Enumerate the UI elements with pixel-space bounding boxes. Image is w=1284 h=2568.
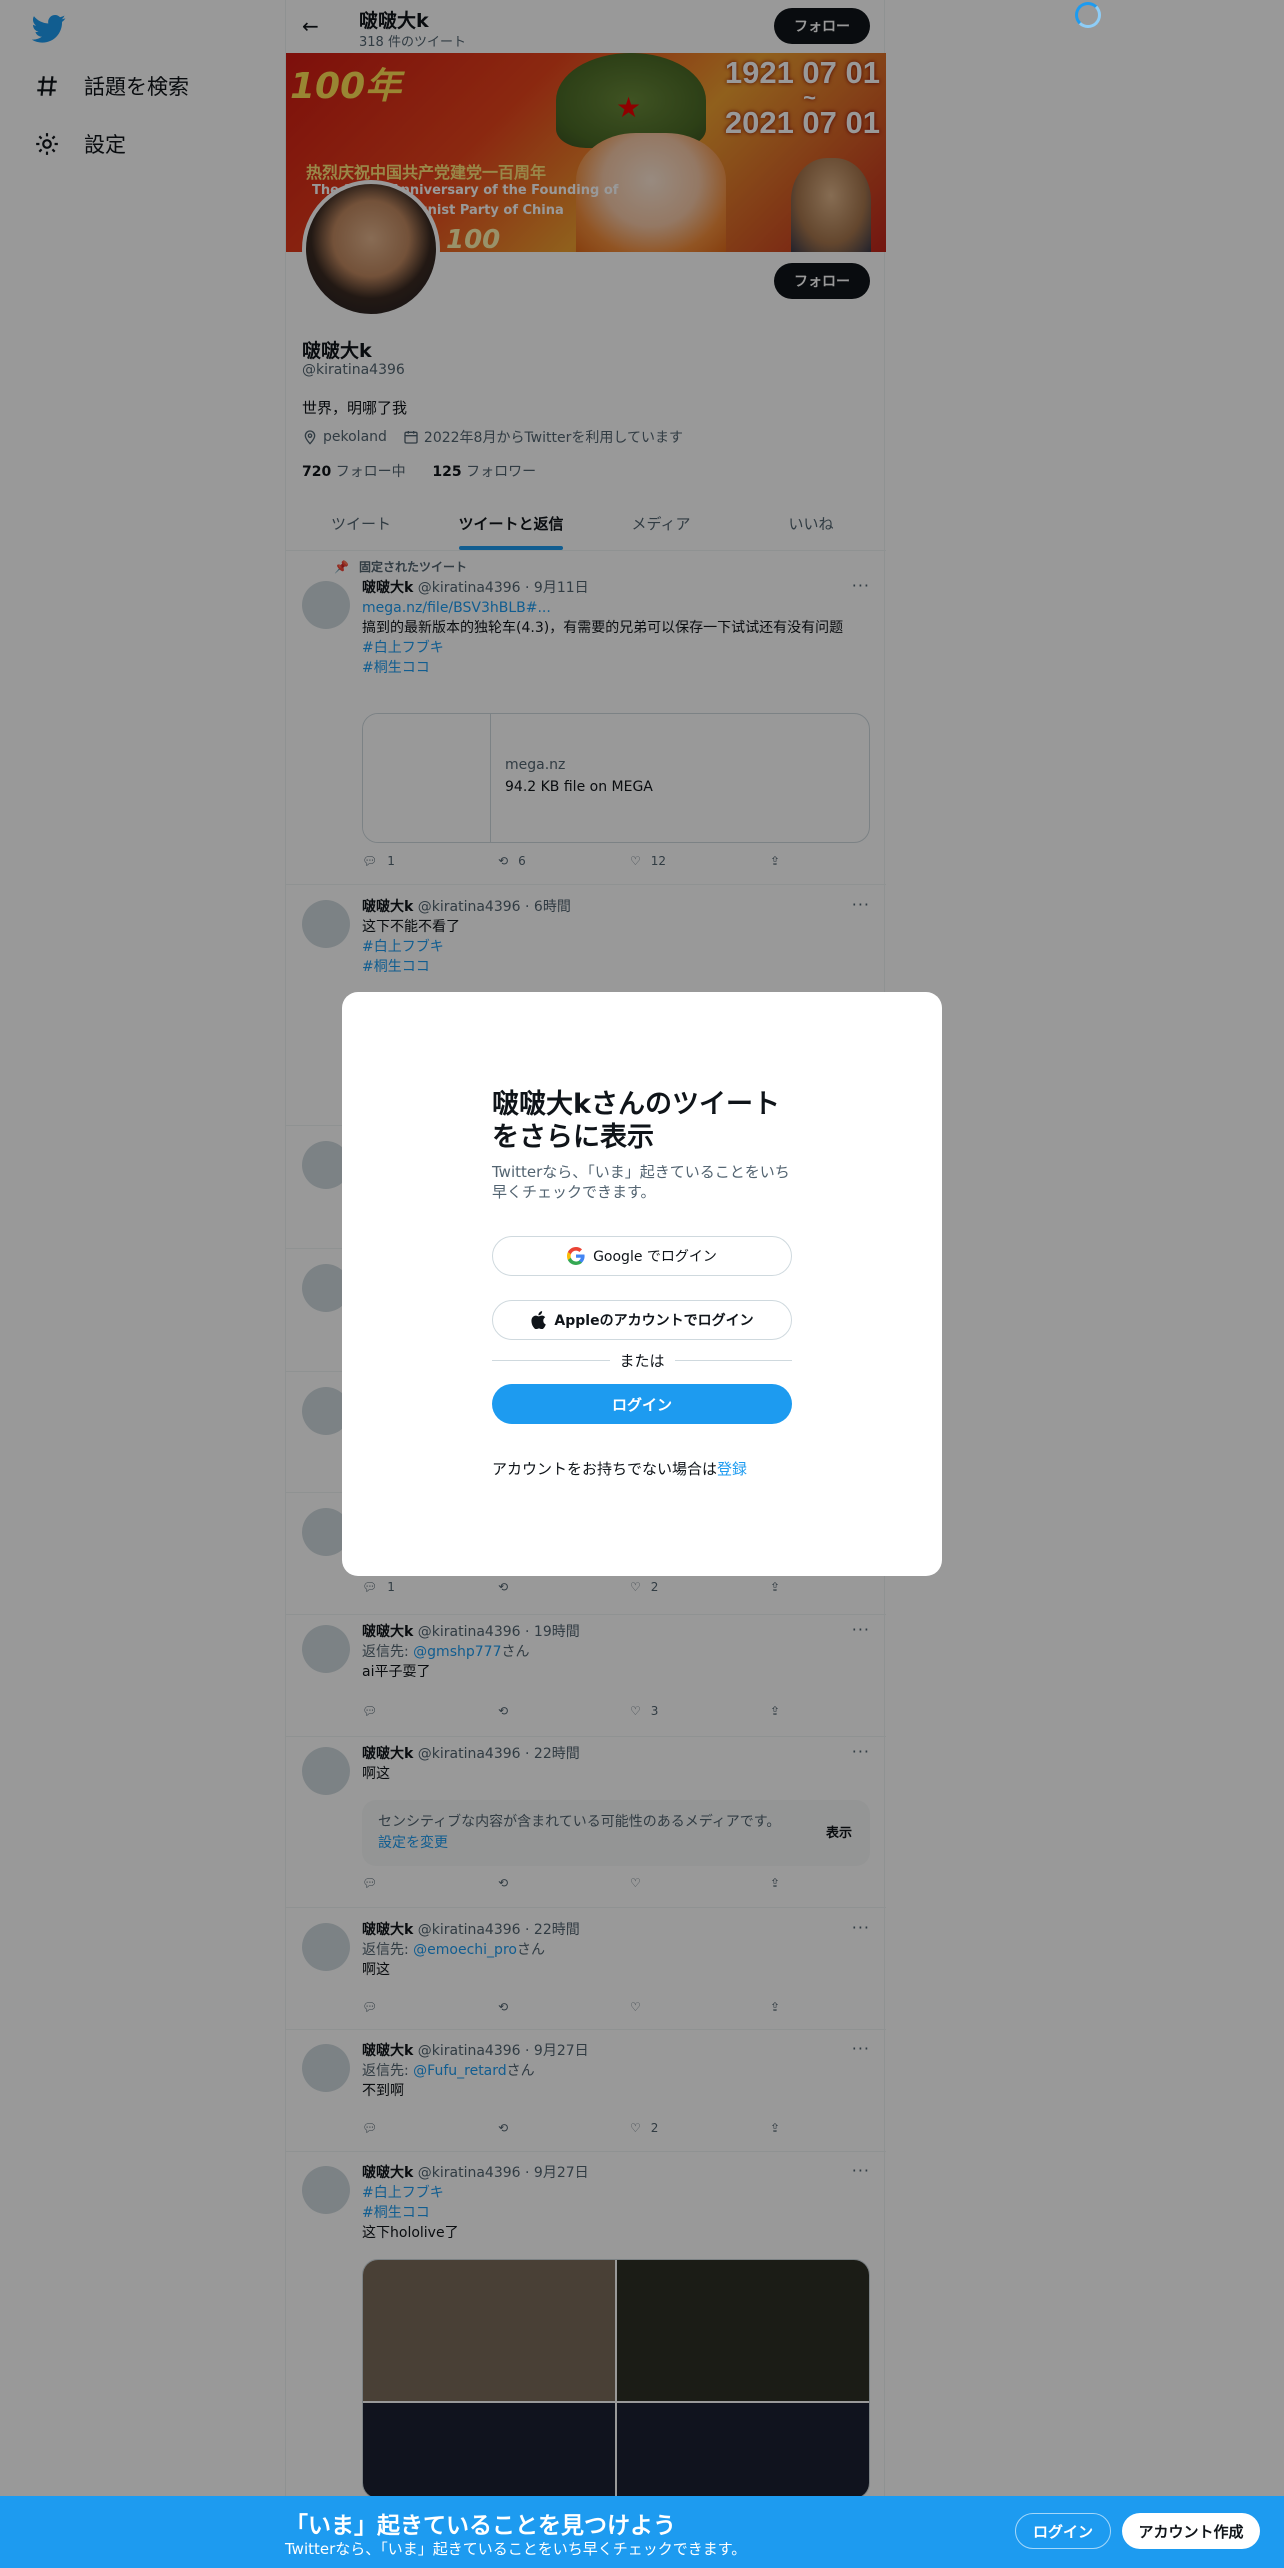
bottom-login-button[interactable]: ログイン — [1015, 2513, 1111, 2549]
modal-subtitle: Twitterなら、「いま」起きていることをいち早くチェックできます。 — [492, 1163, 790, 1201]
modal-title: 啵啵大kさんのツイートをさらに表示 — [492, 1089, 780, 1153]
bottom-signup-bar: 「いま」起きていることを見つけよう Twitterなら、「いま」起きていることを… — [0, 2496, 1284, 2568]
bottom-bar-subtitle: Twitterなら、「いま」起きていることをいち早くチェックできます。 — [285, 2540, 747, 2558]
or-divider: または — [492, 1350, 793, 1370]
google-login-label: Google でログイン — [593, 1249, 717, 1265]
bottom-signup-button[interactable]: アカウント作成 — [1122, 2513, 1260, 2549]
signup-link[interactable]: 登録 — [717, 1460, 747, 1478]
google-login-button[interactable]: Google でログイン — [492, 1236, 792, 1276]
google-icon — [567, 1247, 585, 1265]
apple-login-label: Appleのアカウントでログイン — [554, 1313, 754, 1329]
signup-prompt: アカウントをお持ちでない場合は登録 — [492, 1460, 748, 1478]
login-button[interactable]: ログイン — [492, 1384, 792, 1424]
loading-spinner-icon — [1075, 2, 1101, 28]
apple-login-button[interactable]: Appleのアカウントでログイン — [492, 1300, 792, 1340]
bottom-bar-title: 「いま」起きていることを見つけよう — [285, 2513, 676, 2539]
login-prompt-modal: 啵啵大kさんのツイートをさらに表示 Twitterなら、「いま」起きていることを… — [342, 992, 942, 1576]
apple-icon — [531, 1311, 547, 1329]
